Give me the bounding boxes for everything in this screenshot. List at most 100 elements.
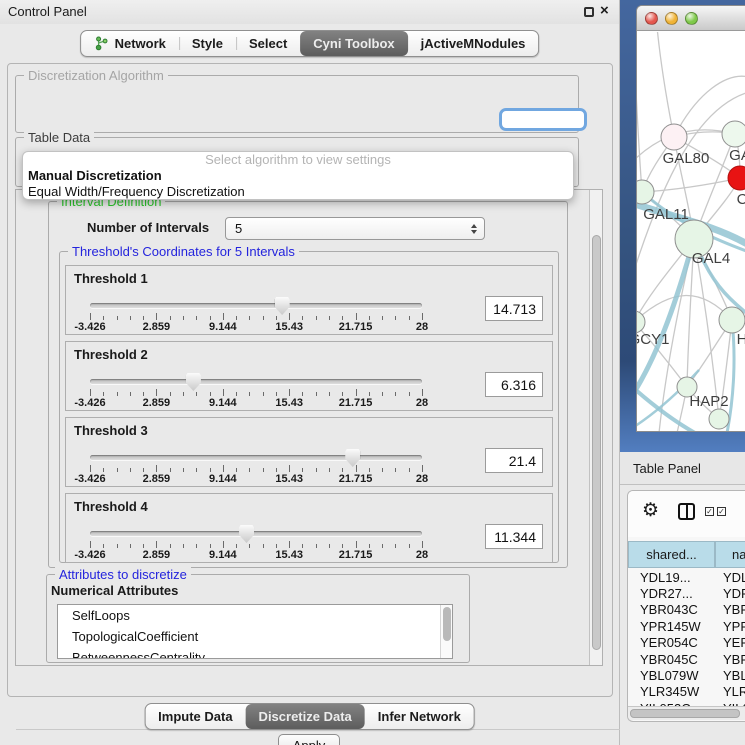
node-label: GA [729, 147, 745, 164]
checkbox-icon[interactable]: ✓ [717, 507, 726, 516]
cyni-toolbox-content: Discretization Algorithm Table Data galF… [7, 63, 613, 697]
tab-select[interactable]: Select [236, 31, 300, 56]
network-desktop: GAL80GACGAL11GAL4GCY1HHAP2 [620, 0, 745, 452]
table-row[interactable]: YER054CYER0 [628, 635, 745, 651]
column-header-shared-name[interactable]: shared... [628, 541, 715, 568]
settings-scroll-area: Interval Definition Number of Intervals … [15, 189, 603, 666]
network-node[interactable] [722, 121, 745, 147]
tab-impute-data[interactable]: Impute Data [145, 704, 245, 729]
column-layout-icon[interactable] [678, 503, 695, 520]
threshold-slider[interactable]: -3.4262.8599.14415.4321.71528 [90, 450, 422, 486]
threshold-value-field[interactable]: 11.344 [485, 524, 543, 549]
network-edge[interactable] [642, 178, 740, 192]
network-canvas[interactable]: GAL80GACGAL11GAL4GCY1HHAP2 [637, 32, 745, 432]
threshold-value-field[interactable]: 6.316 [485, 372, 543, 397]
minimize-traffic-light-icon[interactable] [665, 12, 678, 25]
slider-track [90, 455, 422, 460]
node-label: GAL4 [692, 250, 730, 267]
column-header-name[interactable]: na [715, 541, 745, 568]
attribute-item[interactable]: SelfLoops [58, 605, 452, 626]
network-edge[interactable] [657, 32, 674, 137]
table-row[interactable]: YLR345WYLR3 [628, 684, 745, 700]
cell-shared-name: YBR043C [628, 602, 715, 617]
network-edge[interactable] [637, 72, 642, 192]
tab-cyni-toolbox[interactable]: Cyni Toolbox [300, 31, 407, 56]
vertical-scrollbar[interactable] [589, 190, 602, 665]
threshold-value-field[interactable]: 21.4 [485, 448, 543, 473]
top-tab-bar: Network Style SelectCyni ToolboxjActiveMNo… [80, 30, 540, 57]
cell-shared-name: YBL079W [628, 668, 715, 683]
cell-name: YBL0 [715, 668, 745, 683]
network-node[interactable] [709, 409, 729, 429]
dropdown-option-manual[interactable]: Manual Discretization [23, 168, 573, 184]
node-label: C [737, 191, 745, 208]
network-window[interactable]: GAL80GACGAL11GAL4GCY1HHAP2 [636, 5, 745, 432]
right-side: GAL80GACGAL11GAL4GCY1HHAP2 Table Panel ⚙… [620, 0, 745, 745]
table-row[interactable]: YPR145WYPR1 [628, 618, 745, 634]
cell-name: YDR2 [715, 586, 745, 601]
threshold-slider[interactable]: -3.4262.8599.14415.4321.71528 [90, 526, 422, 562]
tab-discretize-data[interactable]: Discretize Data [246, 704, 365, 729]
cell-shared-name: YER054C [628, 635, 715, 650]
combo-stepper-icon [471, 224, 477, 234]
network-node[interactable] [719, 307, 745, 333]
group-title: Attributes to discretize [55, 567, 191, 582]
apply-button[interactable]: Apply [278, 734, 340, 745]
dropdown-option-equal-width[interactable]: Equal Width/Frequency Discretization [23, 184, 573, 200]
tab-jactivemnodules[interactable]: jActiveMNodules [408, 31, 539, 56]
control-panel-titlebar: Control Panel × [0, 0, 619, 24]
network-node[interactable] [728, 166, 745, 190]
group-title: Threshold's Coordinates for 5 Intervals [68, 244, 299, 259]
tab-label: Discretize Data [259, 709, 352, 724]
threshold-label: Threshold 4 [74, 499, 148, 514]
gear-icon[interactable]: ⚙ [642, 501, 659, 520]
cell-name: YDL1 [715, 570, 745, 585]
table-body: YDL19...YDL1YDR27...YDR2YBR043CYBR0YPR14… [628, 569, 745, 717]
float-window-icon[interactable] [584, 7, 594, 17]
tab-style[interactable]: Style [179, 31, 236, 56]
slider-ticks [90, 464, 422, 472]
panel-title: Control Panel [8, 4, 87, 19]
table-row[interactable]: YDL19...YDL1 [628, 569, 745, 585]
close-icon[interactable]: × [600, 2, 609, 19]
threshold-slider[interactable]: -3.4262.8599.14415.4321.71528 [90, 374, 422, 410]
network-window-titlebar[interactable] [637, 6, 745, 31]
attribute-item[interactable]: BetweennessCentrality [58, 647, 452, 659]
tab-label: Infer Network [378, 709, 461, 724]
slider-tick-labels: -3.4262.8599.14415.4321.71528 [90, 549, 422, 562]
tab-label: Style [192, 36, 223, 51]
tab-infer-network[interactable]: Infer Network [365, 704, 474, 729]
attributes-list[interactable]: SelfLoopsTopologicalCoefficientBetweenne… [57, 604, 453, 659]
scrollbar-thumb[interactable] [592, 235, 601, 650]
table-row[interactable]: YBR043CYBR0 [628, 602, 745, 618]
zoom-traffic-light-icon[interactable] [685, 12, 698, 25]
num-intervals-combobox[interactable]: 5 [225, 217, 485, 240]
algorithm-combobox[interactable] [499, 108, 587, 131]
table-row[interactable]: YDR27...YDR2 [628, 585, 745, 601]
node-label: H [737, 331, 745, 348]
cell-shared-name: YDL19... [628, 570, 715, 585]
cell-name: YER0 [715, 635, 745, 650]
threshold-panel-threshold-1: Threshold 1-3.4262.8599.14415.4321.71528… [65, 265, 553, 335]
network-edge[interactable] [637, 295, 732, 322]
threshold-value-field[interactable]: 14.713 [485, 296, 543, 321]
num-intervals-value: 5 [235, 221, 242, 236]
algorithm-dropdown-popup: Select algorithm to view settings Manual… [22, 151, 574, 200]
checkbox-icon[interactable]: ✓ [705, 507, 714, 516]
table-row[interactable]: YBR045CYBR0 [628, 651, 745, 667]
attribute-item[interactable]: TopologicalCoefficient [58, 626, 452, 647]
close-traffic-light-icon[interactable] [645, 12, 658, 25]
network-node[interactable] [661, 124, 687, 150]
table-row[interactable]: YBL079WYBL0 [628, 667, 745, 683]
threshold-slider[interactable]: -3.4262.8599.14415.4321.71528 [90, 298, 422, 334]
threshold-panel-threshold-2: Threshold 2-3.4262.8599.14415.4321.71528… [65, 341, 553, 411]
network-edge-highlighted[interactable] [637, 239, 694, 400]
scrollbar-thumb[interactable] [630, 709, 740, 718]
horizontal-scrollbar[interactable] [628, 706, 745, 720]
group-title: Discretization Algorithm [24, 68, 168, 83]
tab-network[interactable]: Network [81, 31, 179, 56]
slider-track [90, 379, 422, 384]
list-scrollbar[interactable] [440, 605, 452, 658]
group-title: Table Data [24, 130, 94, 145]
threshold-label: Threshold 3 [74, 423, 148, 438]
